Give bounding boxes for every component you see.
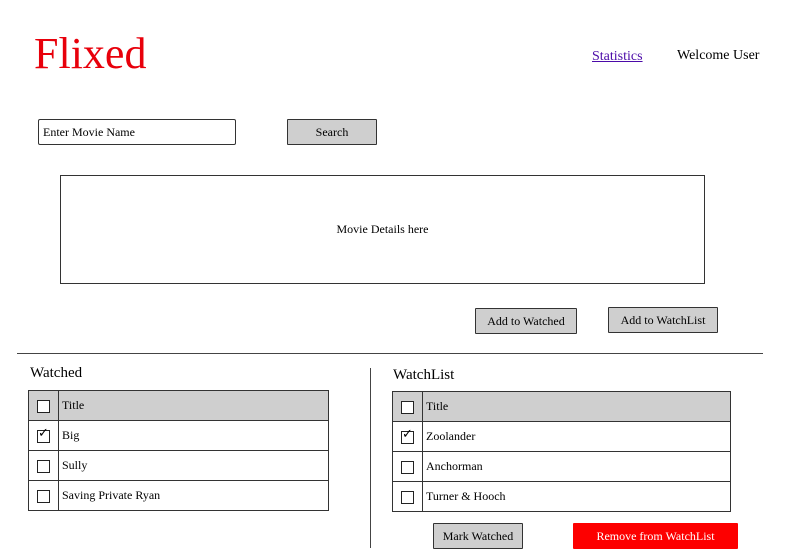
column-header-title: Title: [58, 390, 329, 421]
row-checkbox[interactable]: [401, 490, 414, 504]
row-checkbox-cell[interactable]: [392, 481, 423, 512]
row-checkbox-cell[interactable]: [392, 451, 423, 482]
row-checkbox-cell[interactable]: [28, 480, 59, 511]
add-to-watchlist-button[interactable]: Add to WatchList: [608, 307, 718, 333]
table-row[interactable]: Saving Private Ryan: [28, 480, 329, 511]
check-icon: ✓: [38, 425, 49, 441]
row-title: Anchorman: [422, 451, 731, 482]
table-row[interactable]: Sully: [28, 450, 329, 481]
table-header-row: Title: [392, 391, 731, 422]
search-button[interactable]: Search: [287, 119, 377, 145]
movie-details-panel: Movie Details here: [60, 175, 705, 284]
watched-table: Title ✓ Big Sully Saving Private Ryan: [28, 390, 329, 511]
column-header-title: Title: [422, 391, 731, 422]
row-checkbox-cell[interactable]: [28, 450, 59, 481]
welcome-text: Welcome User: [677, 48, 760, 63]
add-to-watched-button[interactable]: Add to Watched: [475, 308, 577, 334]
row-checkbox-cell[interactable]: ✓: [28, 420, 59, 451]
section-divider: [17, 353, 763, 354]
row-title: Turner & Hooch: [422, 481, 731, 512]
select-all-cell[interactable]: [392, 391, 423, 422]
mark-watched-button[interactable]: Mark Watched: [433, 523, 523, 549]
select-all-cell[interactable]: [28, 390, 59, 421]
statistics-link[interactable]: Statistics: [592, 49, 643, 65]
row-checkbox[interactable]: [37, 459, 50, 473]
row-title: Zoolander: [422, 421, 731, 452]
table-row[interactable]: Anchorman: [392, 451, 731, 482]
watchlist-table: Title ✓ Zoolander Anchorman Turner & Hoo…: [392, 391, 731, 512]
table-header-row: Title: [28, 390, 329, 421]
select-all-checkbox[interactable]: [37, 399, 50, 413]
select-all-checkbox[interactable]: [401, 400, 414, 414]
row-checkbox[interactable]: [401, 460, 414, 474]
row-title: Big: [58, 420, 329, 451]
row-checkbox[interactable]: ✓: [37, 425, 50, 443]
watchlist-section-title: WatchList: [393, 367, 455, 383]
row-title: Saving Private Ryan: [58, 480, 329, 511]
table-row[interactable]: Turner & Hooch: [392, 481, 731, 512]
remove-from-watchlist-button[interactable]: Remove from WatchList: [573, 523, 738, 549]
row-checkbox[interactable]: ✓: [401, 426, 414, 444]
row-checkbox-cell[interactable]: ✓: [392, 421, 423, 452]
check-icon: ✓: [402, 426, 413, 442]
watched-section-title: Watched: [30, 365, 83, 381]
row-title: Sully: [58, 450, 329, 481]
row-checkbox[interactable]: [37, 489, 50, 503]
column-divider: [370, 368, 371, 548]
movie-search-input[interactable]: [38, 119, 236, 145]
table-row[interactable]: ✓ Big: [28, 420, 329, 451]
table-row[interactable]: ✓ Zoolander: [392, 421, 731, 452]
app-logo: Flixed: [34, 29, 147, 78]
movie-details-text: Movie Details here: [336, 222, 429, 236]
